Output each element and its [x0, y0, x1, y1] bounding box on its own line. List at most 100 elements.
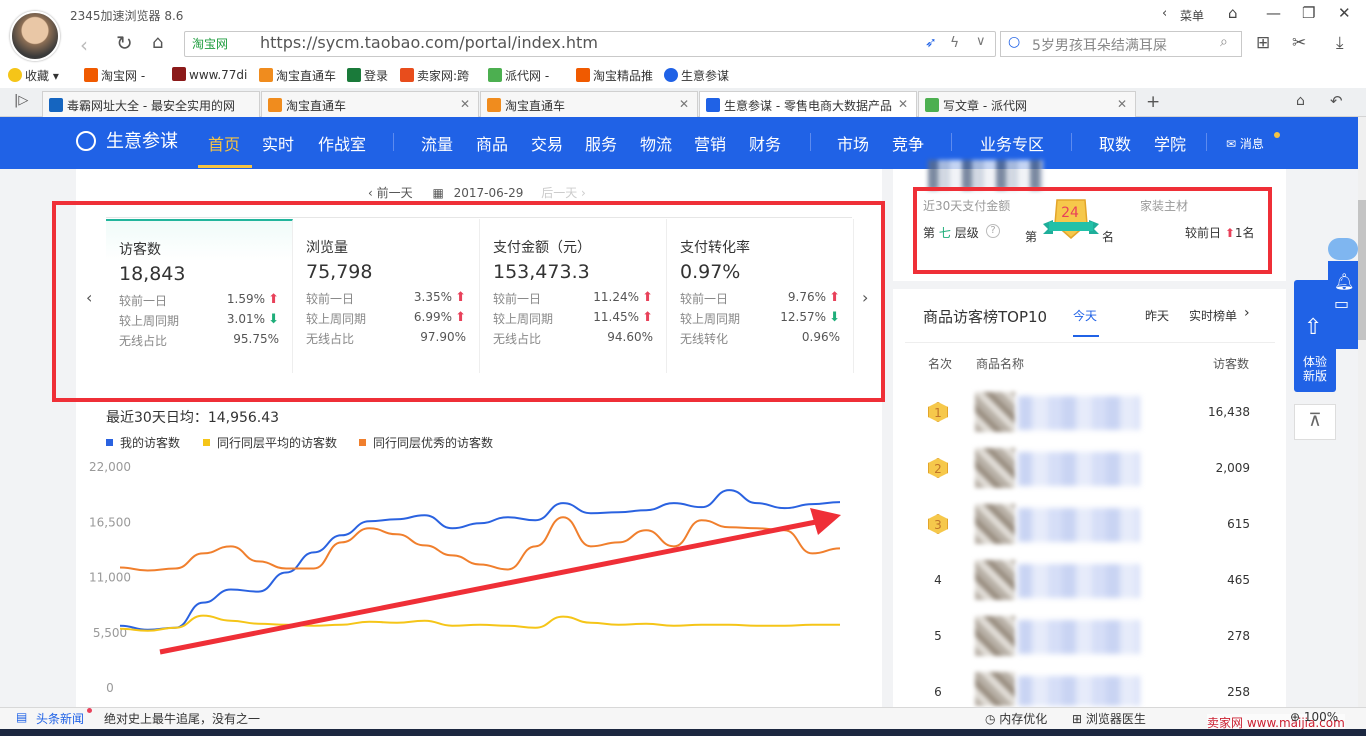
news-label[interactable]: 头条新闻 [36, 710, 84, 727]
legend-my-visitors[interactable]: 我的访客数 [106, 434, 180, 451]
nav-business-zone[interactable]: 业务专区 [980, 131, 1044, 155]
cloud-assistant-icon[interactable] [1328, 238, 1358, 260]
series-line[interactable] [119, 516, 841, 572]
new-tab-icon[interactable]: + [1146, 92, 1160, 112]
browser-tab-active[interactable]: 生意参谋 - 零售电商大数据产品 ✕ [699, 91, 917, 117]
prev-day-button[interactable]: ‹ 前一天 [368, 186, 413, 200]
nav-service[interactable]: 服务 [585, 131, 617, 155]
legend-peer-average[interactable]: 同行同层平均的访客数 [203, 434, 337, 451]
bookmark-item[interactable]: 生意参谋 [664, 67, 729, 84]
back-icon[interactable]: ‹ [80, 33, 88, 57]
search-icon[interactable]: ⌕ [1220, 34, 1228, 50]
product-name-blurred[interactable] [1018, 676, 1140, 706]
browser-tab[interactable]: 淘宝直通车 ✕ [261, 91, 479, 117]
bookmark-item[interactable]: 淘宝网 - [84, 67, 145, 84]
tab-close-icon[interactable]: ✕ [897, 97, 908, 111]
site-security-badge[interactable]: 淘宝网 [192, 35, 228, 52]
bell-icon[interactable]: 🔔︎ [1334, 272, 1354, 291]
messages-link[interactable]: ✉ 消息 [1226, 135, 1264, 152]
series-line[interactable] [119, 489, 841, 631]
product-name-blurred[interactable] [1018, 396, 1140, 430]
product-thumbnail[interactable] [975, 560, 1015, 600]
chat-icon[interactable]: ▭ [1334, 294, 1349, 313]
nav-data-fetch[interactable]: 取数 [1099, 131, 1131, 155]
browser-doctor[interactable]: ⊞ 浏览器医生 [1072, 710, 1146, 727]
news-headline[interactable]: 绝对史上最牛追尾，没有之一 [104, 710, 260, 727]
nav-traffic[interactable]: 流量 [421, 131, 453, 155]
product-thumbnail[interactable] [975, 448, 1015, 488]
product-thumbnail[interactable] [975, 392, 1015, 432]
memory-optimize[interactable]: ◷ 内存优化 [985, 710, 1047, 727]
sidebar-toggle-icon[interactable]: |▷ [14, 93, 28, 108]
product-thumbnail[interactable] [975, 504, 1015, 544]
rocket-icon[interactable]: ➶ [925, 35, 937, 51]
bookmark-item[interactable]: 派代网 - [488, 67, 549, 84]
lightning-icon[interactable]: ϟ [950, 35, 959, 51]
tab-today[interactable]: 今天 [1073, 307, 1097, 324]
user-avatar[interactable] [10, 11, 60, 61]
bookmark-item[interactable]: 淘宝精品推 [576, 67, 653, 84]
zoom-icon: ⊕ [1290, 710, 1304, 724]
bookmark-item[interactable]: 卖家网:跨 [400, 67, 469, 84]
visitor-count: 258 [1227, 685, 1250, 699]
dropdown-chevron-icon[interactable]: ∨ [976, 34, 986, 49]
url-text[interactable]: https://sycm.taobao.com/portal/index.htm [260, 33, 598, 52]
nav-products[interactable]: 商品 [476, 131, 508, 155]
tab-yesterday[interactable]: 昨天 [1145, 307, 1169, 324]
undo-icon[interactable]: ↶ [1330, 92, 1343, 110]
scissors-icon[interactable]: ✂ [1292, 33, 1306, 53]
home-icon[interactable]: ⌂ [152, 32, 163, 53]
menu-button[interactable]: 菜单 [1180, 7, 1204, 24]
legend-peer-excellent[interactable]: 同行同层优秀的访客数 [359, 434, 493, 451]
bookmark-item[interactable]: www.77di [172, 67, 247, 82]
current-date[interactable]: 2017-06-29 [454, 186, 524, 200]
bookmark-item[interactable]: 登录 [347, 67, 388, 84]
browser-tab[interactable]: 毒霸网址大全 - 最安全实用的网 [42, 91, 260, 117]
tab-realtime-ranking[interactable]: 实时榜单 [1189, 307, 1237, 324]
close-icon[interactable]: ✕ [1338, 4, 1351, 22]
chevron-right-icon[interactable]: › [1244, 305, 1250, 321]
product-thumbnail[interactable] [975, 616, 1015, 656]
menu-chevron-icon[interactable]: ‹ [1162, 6, 1167, 21]
nav-trade[interactable]: 交易 [531, 131, 563, 155]
nav-academy[interactable]: 学院 [1154, 131, 1186, 155]
product-thumbnail[interactable] [975, 672, 1015, 706]
product-name-blurred[interactable] [1018, 564, 1140, 598]
skin-icon[interactable]: ⌂ [1228, 4, 1238, 22]
nav-war-room[interactable]: 作战室 [318, 131, 366, 155]
nav-competition[interactable]: 竞争 [892, 131, 924, 155]
browser-tab[interactable]: 写文章 - 派代网 ✕ [918, 91, 1136, 117]
apps-grid-icon[interactable]: ⊞ [1256, 33, 1270, 53]
nav-finance[interactable]: 财务 [749, 131, 781, 155]
refresh-icon[interactable]: ↻ [116, 31, 133, 55]
next-day-button[interactable]: 后一天 › [541, 186, 586, 200]
tab-favicon [49, 98, 63, 112]
calendar-icon[interactable]: ▦ [432, 186, 443, 200]
browser-tab[interactable]: 淘宝直通车 ✕ [480, 91, 698, 117]
brand-logo[interactable]: 生意参谋 [106, 127, 178, 153]
nav-realtime[interactable]: 实时 [262, 131, 294, 155]
tab-menu-icon[interactable]: ⌂ [1296, 93, 1305, 109]
minimize-icon[interactable]: — [1266, 4, 1281, 22]
series-line[interactable] [119, 614, 840, 632]
nav-market[interactable]: 市场 [837, 131, 869, 155]
back-to-top-button[interactable]: ⊼ [1294, 404, 1336, 440]
tab-close-icon[interactable]: ✕ [460, 97, 470, 111]
nav-logistics[interactable]: 物流 [640, 131, 672, 155]
search-engine-icon[interactable]: ○ [1008, 34, 1020, 50]
bookmark-item[interactable]: 淘宝直通车 [259, 67, 336, 84]
bookmark-favorites[interactable]: 收藏 ▾ [8, 67, 59, 84]
zoom-level[interactable]: ⊕ 100% [1290, 710, 1338, 724]
restore-icon[interactable]: ❐ [1302, 4, 1315, 22]
download-icon[interactable]: ⤓ [1336, 33, 1344, 53]
nav-home[interactable]: 首页 [208, 131, 240, 155]
nav-marketing[interactable]: 营销 [694, 131, 726, 155]
product-name-blurred[interactable] [1018, 508, 1140, 542]
rank-number: 6 [934, 685, 942, 699]
news-icon[interactable]: ▤ [16, 710, 27, 724]
scrollbar-thumb[interactable] [1358, 200, 1366, 340]
product-name-blurred[interactable] [1018, 452, 1140, 486]
tab-close-icon[interactable]: ✕ [679, 97, 689, 111]
tab-close-icon[interactable]: ✕ [1117, 97, 1127, 111]
product-name-blurred[interactable] [1018, 620, 1140, 654]
